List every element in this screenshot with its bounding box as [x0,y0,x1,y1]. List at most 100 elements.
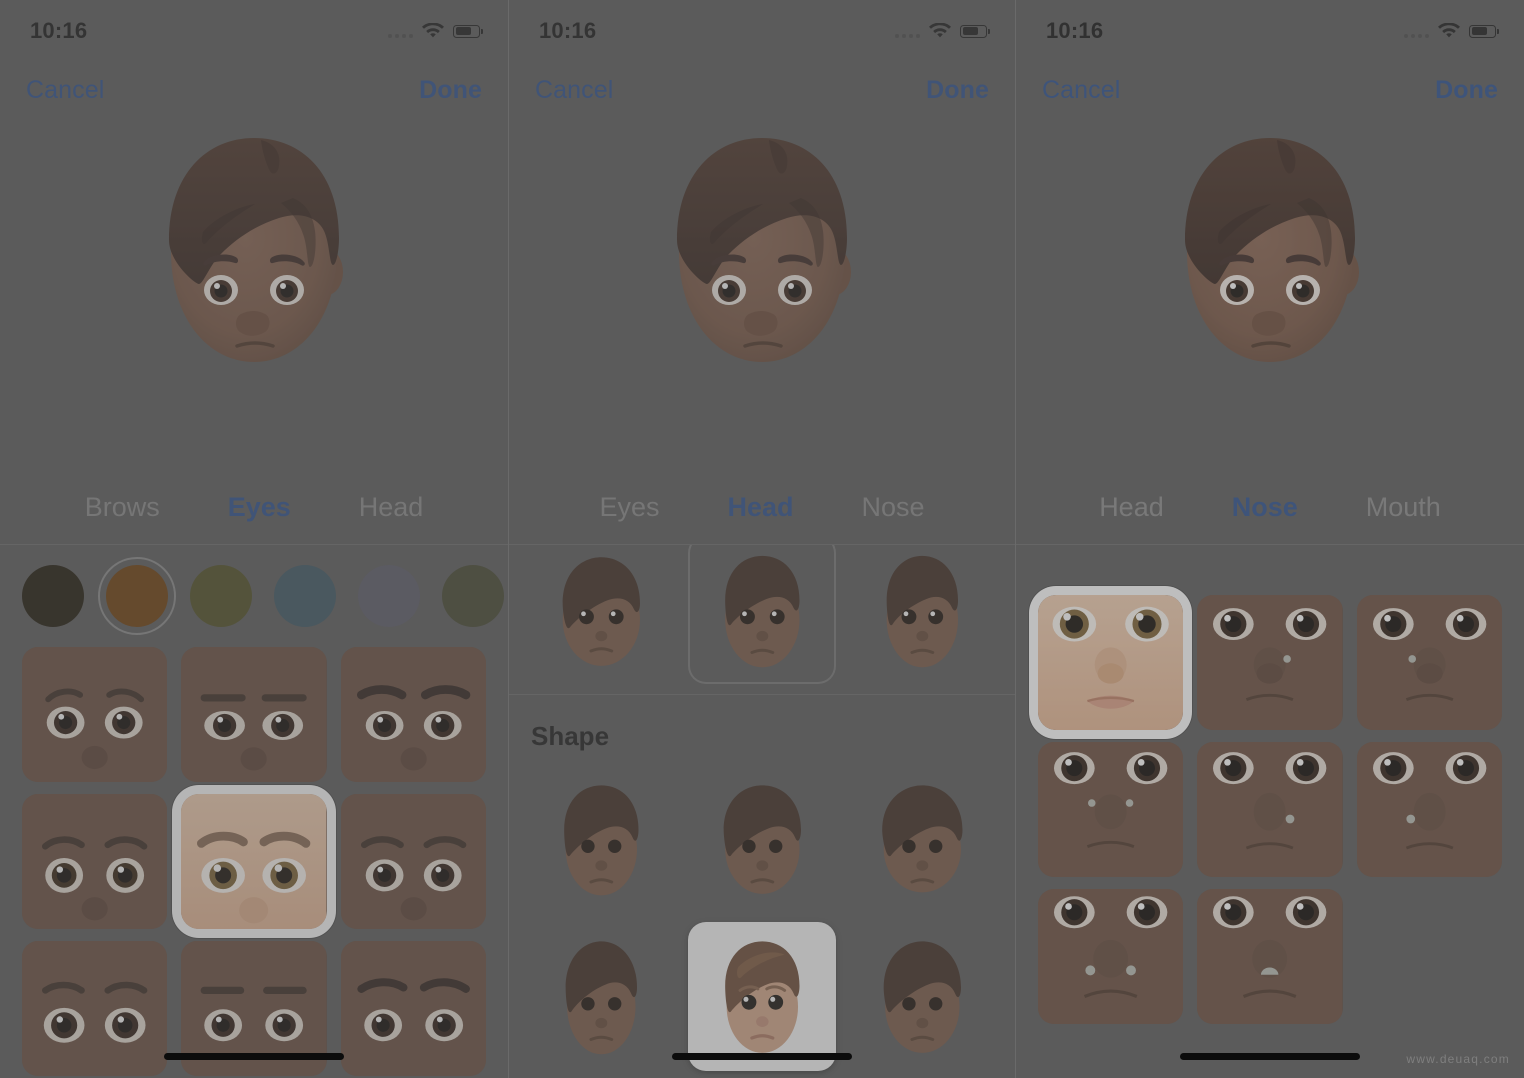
face-thumb-art [848,922,997,1071]
shape-section-title: Shape [531,720,610,751]
nose-thumb-art [1356,742,1502,878]
nose-thumb-art [1197,595,1343,731]
eye-style-thumb[interactable] [340,941,486,1077]
nose-style-thumb[interactable] [1038,742,1184,878]
screenshot-triptych: 10:16 Cancel Done Brows Eyes Head 10:16 … [0,0,1524,1078]
eye-color-black[interactable] [22,565,84,627]
face-thumb-art [527,545,676,684]
tab-head[interactable]: Head [325,492,458,523]
eye-thumb-art [22,941,168,1077]
status-indicators [388,23,483,39]
nav-bar: Cancel Done [1016,62,1524,118]
face-thumb-art [688,766,837,915]
eye-color-blue[interactable] [274,565,336,627]
status-bar: 10:16 [0,0,508,62]
scroll-spacer [1016,545,1524,589]
face-thumb-art [688,922,837,1071]
nose-style-thumb[interactable] [1356,742,1502,878]
signal-dots-icon [388,25,413,38]
cancel-button[interactable]: Cancel [26,76,104,105]
status-clock: 10:16 [539,18,597,43]
memoji-preview [1016,118,1524,470]
eye-style-thumb[interactable] [340,647,486,783]
tab-head[interactable]: Head [1065,492,1198,523]
eye-color-brown[interactable] [98,557,176,635]
done-button[interactable]: Done [419,76,482,105]
feature-tab-bar: Brows Eyes Head [0,470,508,545]
tab-mouth[interactable]: Mouth [1332,492,1475,523]
head-age-thumb[interactable] [848,545,997,684]
nav-bar: Cancel Done [509,62,1015,118]
wifi-icon [1438,23,1460,39]
nose-thumb-art [1038,889,1184,1025]
status-clock: 10:16 [1046,18,1104,43]
tab-nose[interactable]: Nose [828,492,959,523]
home-indicator [164,1053,344,1060]
head-age-thumb-selected[interactable] [688,545,837,684]
eye-color-green-gold[interactable] [442,565,504,627]
nose-thumb-art [1038,595,1184,731]
face-thumb-art [527,766,676,915]
memoji-avatar [141,122,367,382]
nose-thumb-art [1038,742,1184,878]
head-shape-thumb[interactable] [688,766,837,915]
home-indicator [1180,1053,1360,1060]
nose-style-thumb[interactable] [1197,595,1343,731]
battery-icon [453,24,483,38]
head-shape-thumb[interactable] [527,766,676,915]
eye-style-thumb[interactable] [22,647,168,783]
head-age-thumb[interactable] [527,545,676,684]
nose-style-thumb[interactable] [1038,889,1184,1025]
eye-style-grid[interactable] [0,641,508,1078]
nose-thumb-art [1197,889,1343,1025]
eye-style-thumb[interactable] [22,941,168,1077]
eye-thumb-art [340,647,486,783]
eye-color-swatch-row[interactable] [0,545,508,641]
head-options-panel[interactable]: Shape [509,545,1015,1078]
eye-style-thumb-selected[interactable] [181,794,327,930]
face-thumb-art [527,922,676,1071]
head-age-row[interactable] [509,545,1015,694]
tab-eyes[interactable]: Eyes [565,492,693,523]
phone-screen-head: 10:16 Cancel Done Eyes Head Nose Shape [508,0,1016,1078]
eyes-options-panel[interactable] [0,545,508,1078]
nose-thumb-art [1356,595,1502,731]
wifi-icon [929,23,951,39]
eye-thumb-art [181,794,327,930]
done-button[interactable]: Done [926,76,989,105]
done-button[interactable]: Done [1435,76,1498,105]
cancel-button[interactable]: Cancel [535,76,613,105]
signal-dots-icon [1404,25,1429,38]
head-shape-grid[interactable] [509,764,1015,1078]
eye-style-thumb[interactable] [22,794,168,930]
nose-style-thumb[interactable] [1197,742,1343,878]
phone-screen-nose: 10:16 Cancel Done Head Nose Mouth www.de… [1016,0,1524,1078]
eye-color-olive[interactable] [190,565,252,627]
eye-thumb-art [22,647,168,783]
signal-dots-icon [895,25,920,38]
face-thumb-art [848,766,997,915]
eye-thumb-art [22,794,168,930]
nose-style-thumb[interactable] [1356,595,1502,731]
nose-style-grid[interactable] [1016,589,1524,1044]
eye-color-grey[interactable] [358,565,420,627]
eye-style-thumb[interactable] [181,647,327,783]
tab-nose[interactable]: Nose [1198,492,1332,523]
nose-options-panel[interactable] [1016,545,1524,1078]
status-clock: 10:16 [30,18,88,43]
tab-brows[interactable]: Brows [51,492,194,523]
nose-style-thumb-selected[interactable] [1038,595,1184,731]
face-thumb-art [688,545,837,684]
head-shape-thumb[interactable] [527,922,676,1071]
tab-head[interactable]: Head [693,492,827,523]
head-shape-thumb[interactable] [848,922,997,1071]
head-shape-thumb-selected[interactable] [687,922,837,1072]
tab-eyes[interactable]: Eyes [194,492,325,523]
nose-style-thumb[interactable] [1197,889,1343,1025]
eye-style-thumb[interactable] [340,794,486,930]
status-indicators [1404,23,1499,39]
cancel-button[interactable]: Cancel [1042,76,1120,105]
head-shape-thumb[interactable] [848,766,997,915]
wifi-icon [422,23,444,39]
feature-tab-bar: Eyes Head Nose [509,470,1015,545]
